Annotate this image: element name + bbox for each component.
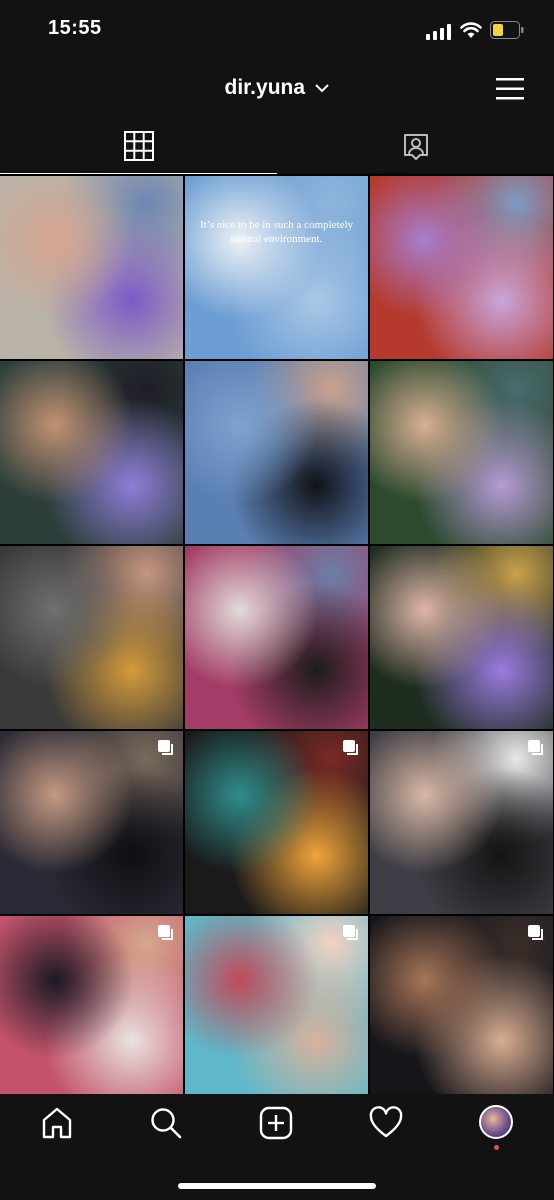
post-thumbnail[interactable] <box>185 731 368 914</box>
home-indicator <box>178 1183 376 1189</box>
post-thumbnail[interactable] <box>185 361 368 544</box>
post-thumbnail[interactable] <box>370 546 553 729</box>
carousel-icon <box>343 740 358 755</box>
menu-icon[interactable] <box>496 77 524 101</box>
tab-tagged[interactable] <box>277 118 554 174</box>
carousel-icon <box>343 925 358 940</box>
post-thumbnail[interactable] <box>370 916 553 1094</box>
post-thumbnail[interactable] <box>0 361 183 544</box>
cellular-signal-icon <box>426 24 451 40</box>
status-time: 15:55 <box>48 17 102 39</box>
post-thumbnail[interactable] <box>0 916 183 1094</box>
search-icon[interactable] <box>149 1106 183 1140</box>
profile-username[interactable]: dir.yuna <box>225 76 306 99</box>
profile-tabs <box>0 118 554 174</box>
post-thumbnail[interactable] <box>0 546 183 729</box>
post-thumbnail[interactable]: It’s nice to be in such a completely nat… <box>185 176 368 359</box>
carousel-icon <box>528 740 543 755</box>
active-tab-indicator <box>0 173 277 174</box>
post-thumbnail[interactable] <box>370 731 553 914</box>
wifi-icon <box>460 22 482 38</box>
carousel-icon <box>528 925 543 940</box>
tagged-person-icon <box>404 134 428 160</box>
post-thumbnail[interactable] <box>0 176 183 359</box>
new-post-icon[interactable] <box>259 1106 293 1140</box>
grid-icon <box>124 131 154 161</box>
home-icon[interactable] <box>40 1106 74 1140</box>
post-thumbnail[interactable] <box>185 916 368 1094</box>
post-thumbnail[interactable] <box>370 176 553 359</box>
profile-header: dir.yuna <box>0 62 554 118</box>
post-thumbnail[interactable] <box>370 361 553 544</box>
status-bar: 15:55 <box>0 0 554 62</box>
tab-grid[interactable] <box>0 118 277 174</box>
post-grid: It’s nice to be in such a completely nat… <box>0 176 554 1094</box>
battery-icon <box>490 21 524 39</box>
profile-avatar[interactable] <box>479 1105 513 1139</box>
carousel-icon <box>158 740 173 755</box>
account-switcher[interactable]: dir.yuna <box>0 76 554 100</box>
post-caption: It’s nice to be in such a completely nat… <box>199 219 354 245</box>
activity-heart-icon[interactable] <box>369 1106 403 1140</box>
carousel-icon <box>158 925 173 940</box>
post-thumbnail[interactable] <box>0 731 183 914</box>
post-thumbnail[interactable] <box>185 546 368 729</box>
notification-dot <box>494 1145 499 1150</box>
chevron-down-icon[interactable] <box>315 83 330 93</box>
